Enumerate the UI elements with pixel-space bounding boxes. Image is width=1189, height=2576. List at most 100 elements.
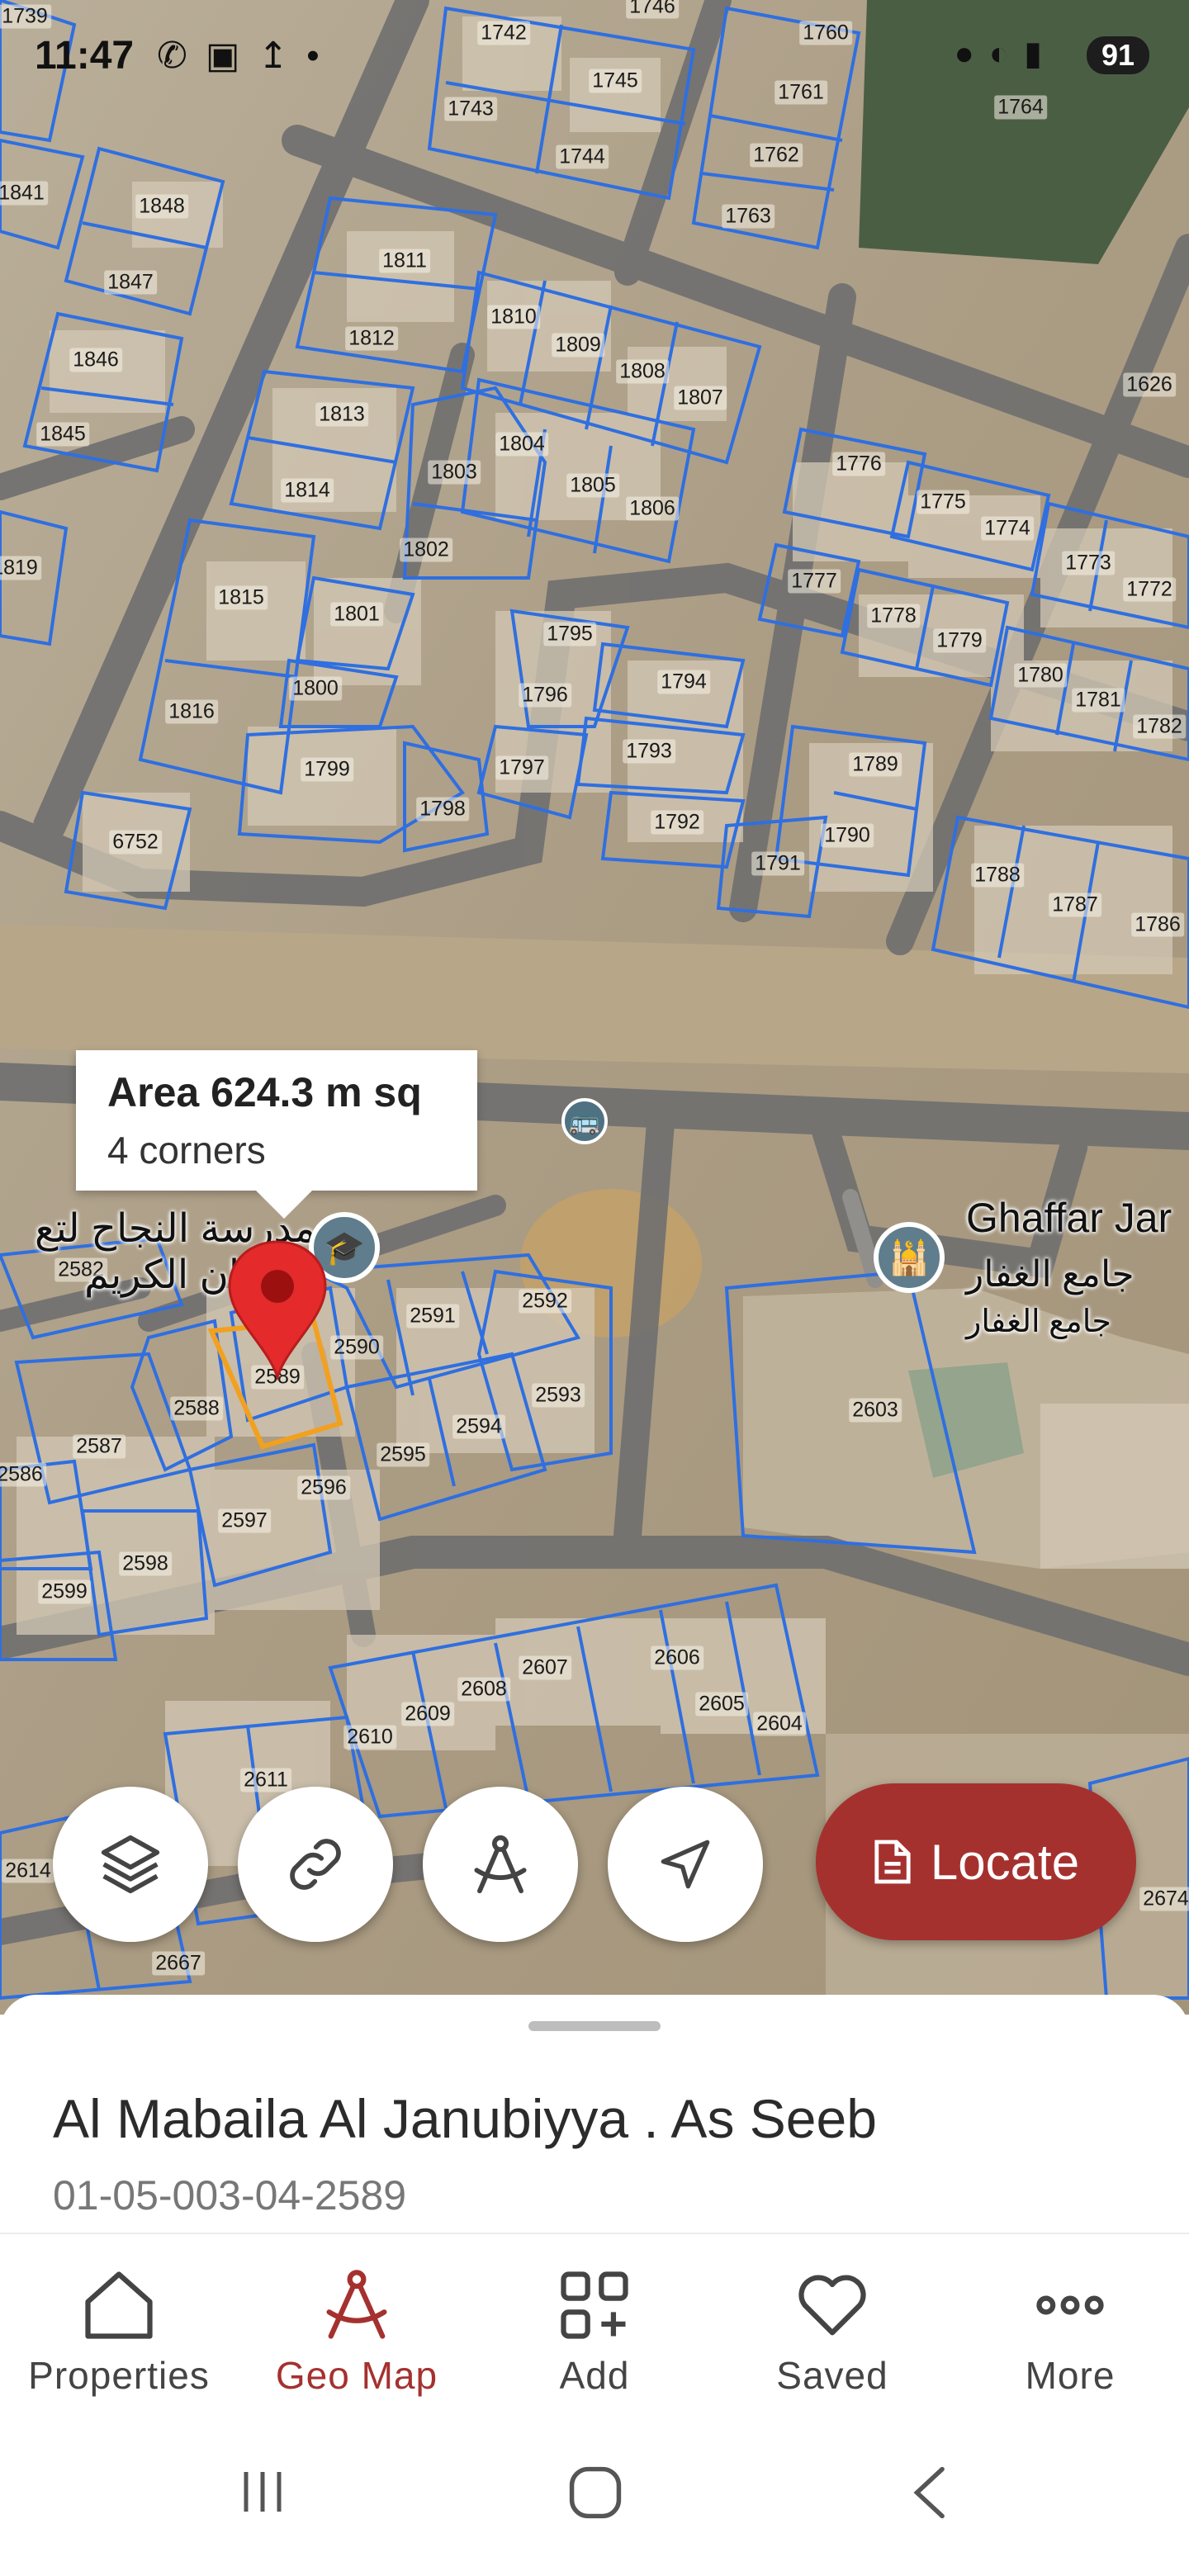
parcel-label[interactable]: 1789 bbox=[849, 752, 902, 777]
locate-button[interactable]: Locate bbox=[816, 1783, 1136, 1940]
parcel-label[interactable]: 1847 bbox=[104, 270, 157, 295]
parcel-label[interactable]: 1777 bbox=[788, 569, 841, 594]
parcel-label[interactable]: 1813 bbox=[315, 402, 368, 427]
location-pin-icon[interactable] bbox=[226, 1238, 329, 1380]
parcel-label[interactable]: 1798 bbox=[416, 797, 469, 822]
home-button-icon[interactable] bbox=[566, 2464, 624, 2522]
parcel-label[interactable]: 1801 bbox=[330, 602, 383, 627]
layers-button[interactable] bbox=[53, 1787, 208, 1942]
parcel-label[interactable]: 1792 bbox=[651, 810, 703, 835]
sheet-drag-handle[interactable] bbox=[528, 2021, 661, 2031]
satellite-map[interactable]: 1739 1742 1746 1760 1745 1761 1743 1764 1744 1762… bbox=[0, 0, 1189, 2015]
recent-apps-icon[interactable] bbox=[236, 2465, 289, 2518]
navigate-button[interactable] bbox=[608, 1787, 763, 1942]
parcel-label[interactable]: 1797 bbox=[495, 755, 548, 780]
parcel-label[interactable]: 1799 bbox=[301, 757, 353, 782]
parcel-label[interactable]: 1796 bbox=[519, 683, 571, 708]
parcel-label[interactable]: 2595 bbox=[377, 1442, 429, 1467]
parcel-label[interactable]: 2598 bbox=[119, 1551, 172, 1576]
parcel-label[interactable]: 1816 bbox=[165, 699, 218, 724]
parcel-label[interactable]: 2593 bbox=[532, 1383, 585, 1408]
parcel-label[interactable]: 6752 bbox=[109, 830, 162, 855]
bus-stop-icon[interactable]: 🚌 bbox=[561, 1098, 608, 1144]
area-info-popup[interactable]: Area 624.3 m sq 4 corners bbox=[76, 1050, 477, 1219]
parcel-label[interactable]: 1800 bbox=[289, 676, 342, 701]
parcel-label[interactable]: 1781 bbox=[1072, 688, 1125, 713]
parcel-label[interactable]: 2592 bbox=[519, 1289, 571, 1314]
parcel-label[interactable]: 2607 bbox=[519, 1655, 571, 1680]
parcel-label[interactable]: 1776 bbox=[832, 452, 885, 476]
parcel-label[interactable]: 1805 bbox=[566, 473, 619, 498]
parcel-label[interactable]: 1773 bbox=[1062, 551, 1115, 575]
parcel-label[interactable]: 2599 bbox=[38, 1579, 91, 1604]
parcel-label[interactable]: 2597 bbox=[218, 1508, 271, 1533]
parcel-label[interactable]: 1782 bbox=[1133, 714, 1186, 739]
parcel-label[interactable]: 1841 bbox=[0, 181, 48, 206]
link-button[interactable] bbox=[238, 1787, 393, 1942]
parcel-label[interactable]: 2604 bbox=[753, 1712, 806, 1736]
parcel-label[interactable]: 2667 bbox=[152, 1951, 205, 1976]
parcel-label[interactable]: 1762 bbox=[750, 143, 803, 168]
parcel-label[interactable]: 2611 bbox=[240, 1768, 291, 1792]
parcel-label[interactable]: 1780 bbox=[1014, 663, 1067, 688]
nav-saved[interactable]: Saved bbox=[713, 2234, 951, 2422]
measure-button[interactable] bbox=[423, 1787, 578, 1942]
parcel-label[interactable]: 2588 bbox=[170, 1396, 223, 1421]
parcel-label[interactable]: 2609 bbox=[401, 1702, 454, 1726]
parcel-label[interactable]: 1846 bbox=[69, 348, 122, 372]
parcel-label[interactable]: 1845 bbox=[36, 422, 89, 447]
parcel-label[interactable]: 1786 bbox=[1131, 912, 1184, 937]
parcel-label[interactable]: 1804 bbox=[495, 432, 548, 457]
parcel-label[interactable]: 1848 bbox=[135, 194, 188, 219]
parcel-label[interactable]: 2608 bbox=[457, 1677, 510, 1702]
nav-properties[interactable]: Properties bbox=[0, 2234, 238, 2422]
parcel-label[interactable]: 1809 bbox=[552, 333, 604, 358]
mosque-poi-icon[interactable]: 🕌 bbox=[874, 1222, 945, 1293]
parcel-label[interactable]: 1794 bbox=[657, 670, 710, 694]
parcel-label[interactable]: 1774 bbox=[981, 516, 1034, 541]
parcel-label[interactable]: 2596 bbox=[297, 1475, 350, 1500]
parcel-label[interactable]: 1806 bbox=[626, 496, 679, 521]
parcel-label[interactable]: 2586 bbox=[0, 1462, 46, 1487]
parcel-label[interactable]: 1790 bbox=[821, 823, 874, 848]
parcel-label[interactable]: 2606 bbox=[651, 1646, 703, 1670]
parcel-label[interactable]: 1787 bbox=[1049, 893, 1101, 917]
parcel-label[interactable]: 1791 bbox=[751, 851, 804, 876]
parcel-label[interactable]: 2587 bbox=[73, 1434, 126, 1459]
parcel-label[interactable]: 1808 bbox=[616, 359, 669, 384]
parcel-label[interactable]: 1793 bbox=[623, 739, 675, 764]
link-icon bbox=[290, 1839, 341, 1890]
parcel-label[interactable]: 1763 bbox=[722, 204, 775, 229]
nav-geo-map[interactable]: Geo Map bbox=[238, 2234, 476, 2422]
parcel-label[interactable]: 1807 bbox=[674, 386, 727, 410]
parcel-label[interactable]: 2614 bbox=[2, 1859, 54, 1883]
parcel-label[interactable]: 2591 bbox=[406, 1304, 459, 1328]
parcel-label[interactable]: 1819 bbox=[0, 556, 41, 580]
parcel-label[interactable]: 1815 bbox=[215, 585, 268, 610]
parcel-label[interactable]: 1626 bbox=[1123, 372, 1176, 397]
parcel-label[interactable]: 1814 bbox=[281, 478, 334, 503]
parcel-label[interactable]: 1810 bbox=[487, 305, 540, 329]
parcel-label[interactable]: 1802 bbox=[400, 537, 452, 562]
parcel-label[interactable]: 2674 bbox=[1139, 1887, 1189, 1911]
parcel-label[interactable]: 1788 bbox=[971, 863, 1024, 888]
nav-add[interactable]: Add bbox=[476, 2234, 713, 2422]
back-icon[interactable] bbox=[905, 2464, 958, 2522]
location-sheet[interactable]: Al Mabaila Al Janubiyya . As Seeb 01-05-… bbox=[0, 1995, 1189, 2234]
parcel-label[interactable]: 1803 bbox=[428, 460, 481, 485]
parcel-label[interactable]: 2605 bbox=[695, 1692, 748, 1717]
nav-more[interactable]: More bbox=[951, 2234, 1189, 2422]
parcel-label[interactable]: 2603 bbox=[849, 1398, 902, 1423]
parcel-label[interactable]: 1811 bbox=[379, 249, 430, 273]
parcel-label[interactable]: 1775 bbox=[917, 490, 969, 514]
parcel-label[interactable]: 1779 bbox=[933, 628, 986, 653]
mosque-label-en[interactable]: Ghaffar Jar bbox=[966, 1194, 1172, 1242]
parcel-label[interactable]: 1744 bbox=[556, 144, 609, 169]
parcel-label[interactable]: 2594 bbox=[452, 1414, 505, 1439]
parcel-label[interactable]: 1795 bbox=[543, 622, 596, 646]
parcel-label[interactable]: 1778 bbox=[867, 604, 920, 628]
parcel-label[interactable]: 2590 bbox=[330, 1335, 383, 1360]
parcel-label[interactable]: 2610 bbox=[343, 1725, 396, 1750]
parcel-label[interactable]: 1772 bbox=[1123, 577, 1176, 602]
parcel-label[interactable]: 1812 bbox=[345, 326, 398, 351]
